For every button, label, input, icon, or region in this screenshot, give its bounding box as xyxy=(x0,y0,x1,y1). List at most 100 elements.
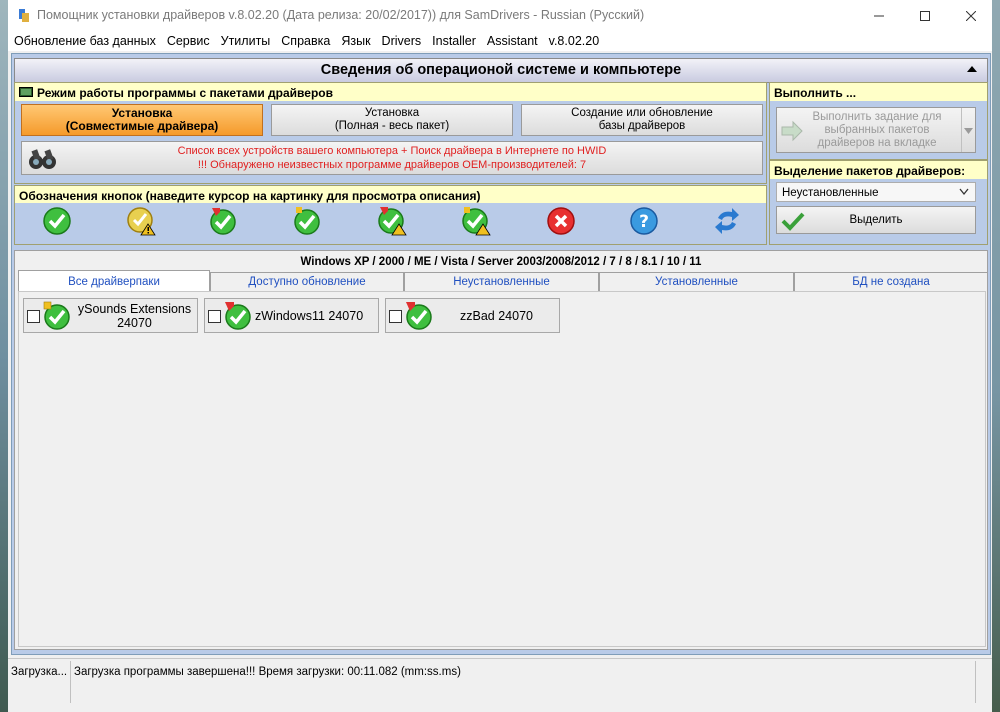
status-message-text: Загрузка программы завершена!!! Время за… xyxy=(74,666,461,678)
app-window: Помощник установки драйверов v.8.02.20 (… xyxy=(8,0,992,712)
execute-line3: драйверов на вкладке xyxy=(817,136,937,149)
chevron-down-icon xyxy=(959,188,969,196)
chevron-down-icon xyxy=(964,128,973,134)
package-checkbox[interactable] xyxy=(27,310,40,323)
check-installed-warning-icon[interactable] xyxy=(461,206,491,236)
check-update-warning-icon[interactable] xyxy=(377,206,407,236)
tab-bar: Все драйверпаки Доступно обновление Неус… xyxy=(18,270,988,292)
package-item[interactable]: zWindows11 24070 xyxy=(204,298,379,333)
minimize-button[interactable] xyxy=(856,0,902,31)
check-update-icon[interactable] xyxy=(208,206,238,236)
refresh-arrows-icon[interactable] xyxy=(712,206,742,236)
package-item[interactable]: ySounds Extensions 24070 xyxy=(23,298,198,333)
close-icon xyxy=(966,10,976,21)
package-checkbox[interactable] xyxy=(389,310,402,323)
minimize-icon xyxy=(874,15,884,16)
system-info-header[interactable]: Сведения об операционой системе и компью… xyxy=(14,58,988,83)
select-button-label: Выделить xyxy=(849,213,903,226)
arrow-right-icon xyxy=(781,120,803,142)
check-green-icon[interactable] xyxy=(42,206,72,236)
tab-installed[interactable]: Установленные xyxy=(599,272,794,291)
monitor-icon xyxy=(19,87,33,97)
checkmark-icon xyxy=(781,212,805,231)
title-bar: Помощник установки драйверов v.8.02.20 (… xyxy=(8,0,992,31)
driverpacks-area: Windows XP / 2000 / ME / Vista / Server … xyxy=(14,250,988,650)
collapse-arrow-icon[interactable] xyxy=(967,66,977,72)
menu-help[interactable]: Справка xyxy=(275,34,335,48)
status-cell-message: Загрузка программы завершена!!! Время за… xyxy=(71,661,976,703)
execute-dropdown-arrow[interactable] xyxy=(961,108,975,152)
device-list-text: Список всех устройств вашего компьютера … xyxy=(177,145,607,157)
check-update-icon xyxy=(406,302,432,330)
menu-version[interactable]: v.8.02.20 xyxy=(543,34,605,48)
package-name-line1: zzBad 24070 xyxy=(460,308,533,323)
close-button[interactable] xyxy=(948,0,994,31)
status-bar: Загрузка... Загрузка программы завершена… xyxy=(8,658,992,705)
menu-drivers[interactable]: Drivers xyxy=(376,34,427,48)
menu-assistant[interactable]: Assistant xyxy=(481,34,543,48)
package-checkbox[interactable] xyxy=(208,310,221,323)
select-panel: Выделение пакетов драйверов: Неустановле… xyxy=(769,160,988,245)
install-full-line2: (Полная - весь пакет) xyxy=(334,120,450,132)
window-title: Помощник установки драйверов v.8.02.20 (… xyxy=(37,8,645,22)
execute-panel-title: Выполнить ... xyxy=(774,86,857,100)
package-filter-select[interactable]: Неустановленные xyxy=(776,182,976,202)
package-name-line1: zWindows11 24070 xyxy=(255,308,364,323)
error-red-icon[interactable] xyxy=(546,206,576,236)
tab-db-not-created[interactable]: БД не создана xyxy=(794,272,988,291)
menu-installer[interactable]: Installer xyxy=(426,34,481,48)
create-database-line1: Создание или обновление xyxy=(571,107,713,119)
create-database-button[interactable]: Создание или обновление базы драйверов xyxy=(521,104,763,136)
create-database-line2: базы драйверов xyxy=(598,120,686,132)
package-name: zWindows11 24070 xyxy=(255,299,374,332)
question-blue-icon[interactable]: ? xyxy=(629,206,659,236)
install-compatible-line2: (Совместимые драйвера) xyxy=(65,119,219,133)
select-button[interactable]: Выделить xyxy=(776,206,976,234)
menu-update-databases[interactable]: Обновление баз данных xyxy=(8,34,161,48)
package-item[interactable]: zzBad 24070 xyxy=(385,298,560,333)
status-state-text: Загрузка... xyxy=(11,666,68,678)
execute-line2: выбранных пакетов xyxy=(824,123,930,136)
install-full-line1: Установка xyxy=(364,107,420,119)
menu-bar: Обновление баз данных Сервис Утилиты Спр… xyxy=(8,31,992,51)
mode-panel-body: Установка (Совместимые драйвера) Установ… xyxy=(15,101,766,183)
select-panel-title: Выделение пакетов драйверов: xyxy=(774,164,966,178)
check-update-icon xyxy=(225,302,251,330)
tab-update-available[interactable]: Доступно обновление xyxy=(210,272,404,291)
execute-task-button[interactable]: Выполнить задание для выбранных пакетов … xyxy=(776,107,976,153)
maximize-button[interactable] xyxy=(902,0,948,31)
tab-not-installed[interactable]: Неустановленные xyxy=(404,272,599,291)
menu-language[interactable]: Язык xyxy=(335,34,375,48)
execute-line1: Выполнить задание для xyxy=(812,110,942,123)
legend-panel: Обозначения кнопок (наведите курсор на к… xyxy=(14,185,767,245)
svg-text:?: ? xyxy=(639,212,649,232)
tab-all-driverpacks[interactable]: Все драйверпаки xyxy=(18,270,210,292)
install-compatible-button[interactable]: Установка (Совместимые драйвера) xyxy=(21,104,263,136)
maximize-icon xyxy=(920,10,930,21)
package-filter-value: Неустановленные xyxy=(782,187,879,199)
supported-os-label: Windows XP / 2000 / ME / Vista / Server … xyxy=(300,256,702,268)
select-panel-body: Неустановленные Выделить xyxy=(770,179,987,244)
app-icon xyxy=(19,9,29,22)
system-info-title: Сведения об операционой системе и компью… xyxy=(320,62,682,78)
main-frame: Сведения об операционой системе и компью… xyxy=(11,53,991,655)
mode-panel-title: Режим работы программы с пакетами драйве… xyxy=(37,86,333,100)
legend-panel-title: Обозначения кнопок (наведите курсор на к… xyxy=(19,189,481,203)
execute-panel-body: Выполнить задание для выбранных пакетов … xyxy=(770,101,987,159)
menu-service[interactable]: Сервис xyxy=(161,34,215,48)
menu-utilities[interactable]: Утилиты xyxy=(215,34,276,48)
execute-panel: Выполнить ... Выполнить задание для выбр… xyxy=(769,82,988,160)
check-installed-icon[interactable] xyxy=(292,206,322,236)
driverpacks-list: ySounds Extensions 24070 zWindows11 2407… xyxy=(18,291,986,647)
install-full-button[interactable]: Установка (Полная - весь пакет) xyxy=(271,104,513,136)
check-warning-icon[interactable] xyxy=(126,206,156,236)
package-name: ySounds Extensions 24070 xyxy=(76,299,193,332)
desktop-background-left xyxy=(0,0,8,712)
check-installed-icon xyxy=(43,301,70,330)
package-name-line2: 24070 xyxy=(117,315,152,330)
status-cell-state: Загрузка... xyxy=(8,661,71,703)
device-list-button[interactable]: Список всех устройств вашего компьютера … xyxy=(21,141,763,175)
package-name-line1: ySounds Extensions xyxy=(77,301,192,316)
package-name: zzBad 24070 xyxy=(438,299,555,332)
desktop-background-right xyxy=(992,0,1000,712)
